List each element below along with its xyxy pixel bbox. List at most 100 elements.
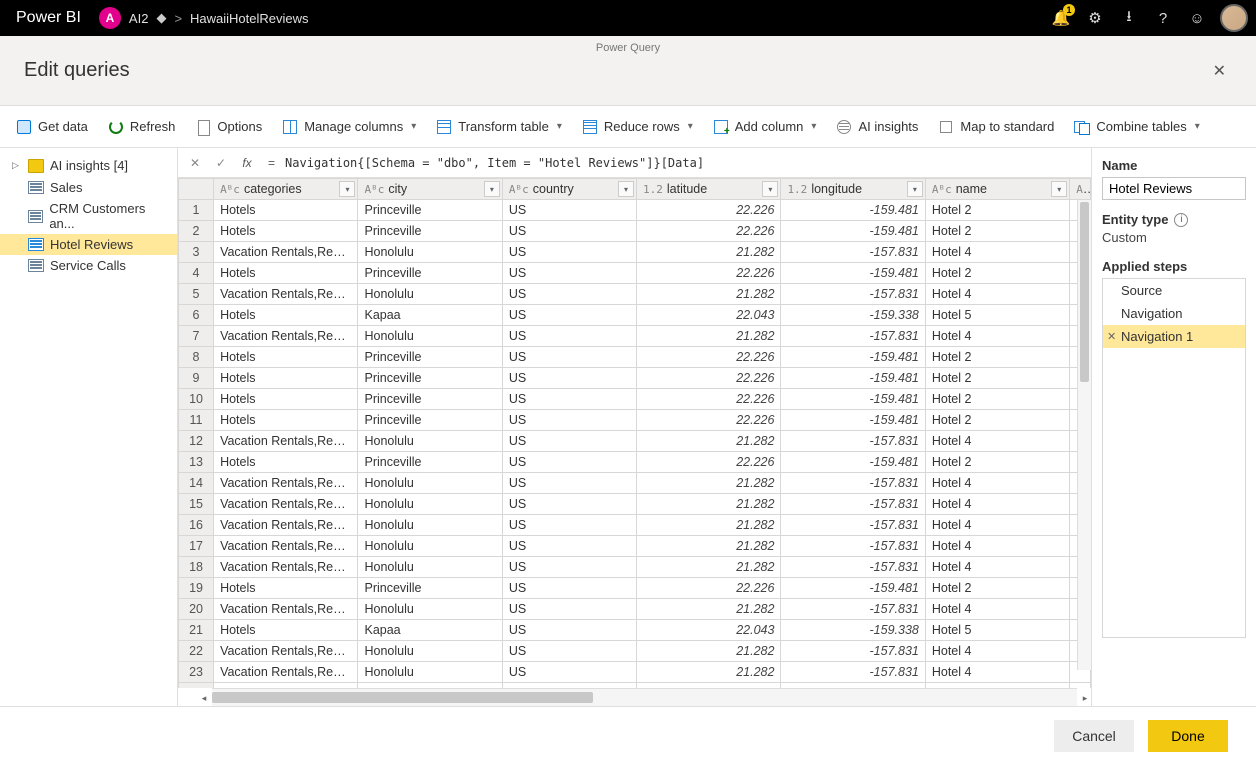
cell-name[interactable]: Hotel 4 bbox=[925, 557, 1069, 578]
row-number-cell[interactable]: 21 bbox=[179, 620, 214, 641]
cell-city[interactable]: Princeville bbox=[358, 263, 502, 284]
table-row[interactable]: 20Vacation Rentals,Resorts &...HonoluluU… bbox=[179, 599, 1091, 620]
cell-name[interactable]: Hotel 4 bbox=[925, 326, 1069, 347]
cell-name[interactable]: Hotel 4 bbox=[925, 662, 1069, 683]
close-icon[interactable]: ✕ bbox=[1207, 55, 1232, 87]
cell-latitude[interactable]: 22.226 bbox=[637, 347, 781, 368]
feedback-smile-icon[interactable]: ☺ bbox=[1180, 0, 1214, 36]
column-header[interactable]: Aᴮccategories▾ bbox=[214, 179, 358, 200]
cell-latitude[interactable]: 22.226 bbox=[637, 263, 781, 284]
table-row[interactable]: 2HotelsPrincevilleUS22.226-159.481Hotel … bbox=[179, 221, 1091, 242]
cell-city[interactable]: Princeville bbox=[358, 200, 502, 221]
cell-name[interactable]: Hotel 2 bbox=[925, 368, 1069, 389]
table-row[interactable]: 22Vacation Rentals,Resorts &...HonoluluU… bbox=[179, 641, 1091, 662]
cell-categories[interactable]: Vacation Rentals,Resorts &... bbox=[214, 431, 358, 452]
cell-categories[interactable]: Hotels bbox=[214, 347, 358, 368]
column-filter-dropdown[interactable]: ▾ bbox=[907, 181, 923, 197]
table-row[interactable]: 3Vacation Rentals,Resorts &...HonoluluUS… bbox=[179, 242, 1091, 263]
cell-latitude[interactable]: 22.226 bbox=[637, 389, 781, 410]
cell-latitude[interactable]: 21.282 bbox=[637, 494, 781, 515]
cell-latitude[interactable]: 22.226 bbox=[637, 578, 781, 599]
cell-longitude[interactable]: -157.831 bbox=[781, 662, 925, 683]
table-row[interactable]: 6HotelsKapaaUS22.043-159.338Hotel 5 bbox=[179, 305, 1091, 326]
cell-city[interactable]: Princeville bbox=[358, 452, 502, 473]
cell-longitude[interactable]: -159.481 bbox=[781, 389, 925, 410]
row-number-cell[interactable]: 8 bbox=[179, 347, 214, 368]
cell-longitude[interactable]: -159.481 bbox=[781, 263, 925, 284]
row-number-cell[interactable]: 18 bbox=[179, 557, 214, 578]
cell-categories[interactable]: Hotels bbox=[214, 452, 358, 473]
cell-categories[interactable]: Hotels bbox=[214, 368, 358, 389]
applied-step[interactable]: Source bbox=[1103, 279, 1245, 302]
cell-city[interactable]: Kapaa bbox=[358, 305, 502, 326]
cell-name[interactable]: Hotel 2 bbox=[925, 221, 1069, 242]
transform-table-button[interactable]: Transform table▾ bbox=[434, 115, 564, 139]
table-row[interactable]: 11HotelsPrincevilleUS22.226-159.481Hotel… bbox=[179, 410, 1091, 431]
formula-cancel-icon[interactable]: ✕ bbox=[184, 156, 206, 170]
cell-longitude[interactable]: -159.481 bbox=[781, 368, 925, 389]
cell-city[interactable]: Honolulu bbox=[358, 641, 502, 662]
cell-longitude[interactable]: -157.831 bbox=[781, 326, 925, 347]
cell-longitude[interactable]: -159.481 bbox=[781, 221, 925, 242]
cell-longitude[interactable]: -157.831 bbox=[781, 284, 925, 305]
cell-latitude[interactable]: 21.282 bbox=[637, 662, 781, 683]
vertical-scrollbar[interactable] bbox=[1077, 200, 1091, 670]
cell-country[interactable]: US bbox=[502, 557, 636, 578]
cell-country[interactable]: US bbox=[502, 305, 636, 326]
cell-longitude[interactable]: -159.481 bbox=[781, 452, 925, 473]
cell-country[interactable]: US bbox=[502, 410, 636, 431]
row-number-header[interactable] bbox=[179, 179, 214, 200]
map-to-standard-button[interactable]: Map to standard bbox=[936, 115, 1056, 139]
column-filter-dropdown[interactable]: ▾ bbox=[1051, 181, 1067, 197]
cell-city[interactable]: Kapaa bbox=[358, 620, 502, 641]
row-number-cell[interactable]: 22 bbox=[179, 641, 214, 662]
cell-country[interactable]: US bbox=[502, 221, 636, 242]
data-grid[interactable]: Aᴮccategories▾Aᴮccity▾Aᴮccountry▾1.2lati… bbox=[178, 178, 1091, 688]
cell-country[interactable]: US bbox=[502, 368, 636, 389]
cell-city[interactable]: Honolulu bbox=[358, 242, 502, 263]
cell-name[interactable]: Hotel 4 bbox=[925, 641, 1069, 662]
cell-categories[interactable]: Hotels bbox=[214, 410, 358, 431]
cell-latitude[interactable]: 22.226 bbox=[637, 221, 781, 242]
query-item[interactable]: Sales bbox=[0, 177, 177, 198]
column-header[interactable]: Aᴮccity▾ bbox=[358, 179, 502, 200]
column-header[interactable]: 1.2latitude▾ bbox=[637, 179, 781, 200]
table-row[interactable]: 1HotelsPrincevilleUS22.226-159.481Hotel … bbox=[179, 200, 1091, 221]
cell-name[interactable]: Hotel 2 bbox=[925, 200, 1069, 221]
cell-name[interactable]: Hotel 4 bbox=[925, 536, 1069, 557]
cell-city[interactable]: Honolulu bbox=[358, 536, 502, 557]
cell-latitude[interactable]: 21.282 bbox=[637, 473, 781, 494]
cell-categories[interactable]: Hotels bbox=[214, 305, 358, 326]
cell-latitude[interactable]: 22.043 bbox=[637, 620, 781, 641]
row-number-cell[interactable]: 16 bbox=[179, 515, 214, 536]
cell-name[interactable]: Hotel 4 bbox=[925, 473, 1069, 494]
cell-longitude[interactable]: -159.338 bbox=[781, 620, 925, 641]
cell-categories[interactable]: Hotels bbox=[214, 578, 358, 599]
cell-latitude[interactable]: 22.226 bbox=[637, 452, 781, 473]
cell-city[interactable]: Princeville bbox=[358, 578, 502, 599]
horizontal-scrollbar[interactable]: ◂ ▸ bbox=[212, 688, 1077, 706]
cell-country[interactable]: US bbox=[502, 494, 636, 515]
cell-latitude[interactable]: 21.282 bbox=[637, 599, 781, 620]
queries-folder[interactable]: ▷ AI insights [4] bbox=[0, 154, 177, 177]
cell-longitude[interactable]: -157.831 bbox=[781, 536, 925, 557]
row-number-cell[interactable]: 17 bbox=[179, 536, 214, 557]
table-row[interactable]: 21HotelsKapaaUS22.043-159.338Hotel 5 bbox=[179, 620, 1091, 641]
cell-name[interactable]: Hotel 4 bbox=[925, 431, 1069, 452]
row-number-cell[interactable]: 2 bbox=[179, 221, 214, 242]
cell-latitude[interactable]: 21.282 bbox=[637, 536, 781, 557]
cancel-button[interactable]: Cancel bbox=[1054, 720, 1134, 752]
cell-longitude[interactable]: -157.831 bbox=[781, 641, 925, 662]
cell-city[interactable]: Princeville bbox=[358, 221, 502, 242]
column-header[interactable]: 1.2longitude▾ bbox=[781, 179, 925, 200]
cell-categories[interactable]: Hotels bbox=[214, 389, 358, 410]
table-row[interactable]: 7Vacation Rentals,Resorts &...HonoluluUS… bbox=[179, 326, 1091, 347]
cell-city[interactable]: Honolulu bbox=[358, 284, 502, 305]
scroll-left-icon[interactable]: ◂ bbox=[196, 689, 212, 706]
row-number-cell[interactable]: 14 bbox=[179, 473, 214, 494]
table-row[interactable]: 10HotelsPrincevilleUS22.226-159.481Hotel… bbox=[179, 389, 1091, 410]
cell-city[interactable]: Honolulu bbox=[358, 557, 502, 578]
cell-longitude[interactable]: -157.831 bbox=[781, 599, 925, 620]
cell-categories[interactable]: Vacation Rentals,Resorts &... bbox=[214, 284, 358, 305]
row-number-cell[interactable]: 12 bbox=[179, 431, 214, 452]
